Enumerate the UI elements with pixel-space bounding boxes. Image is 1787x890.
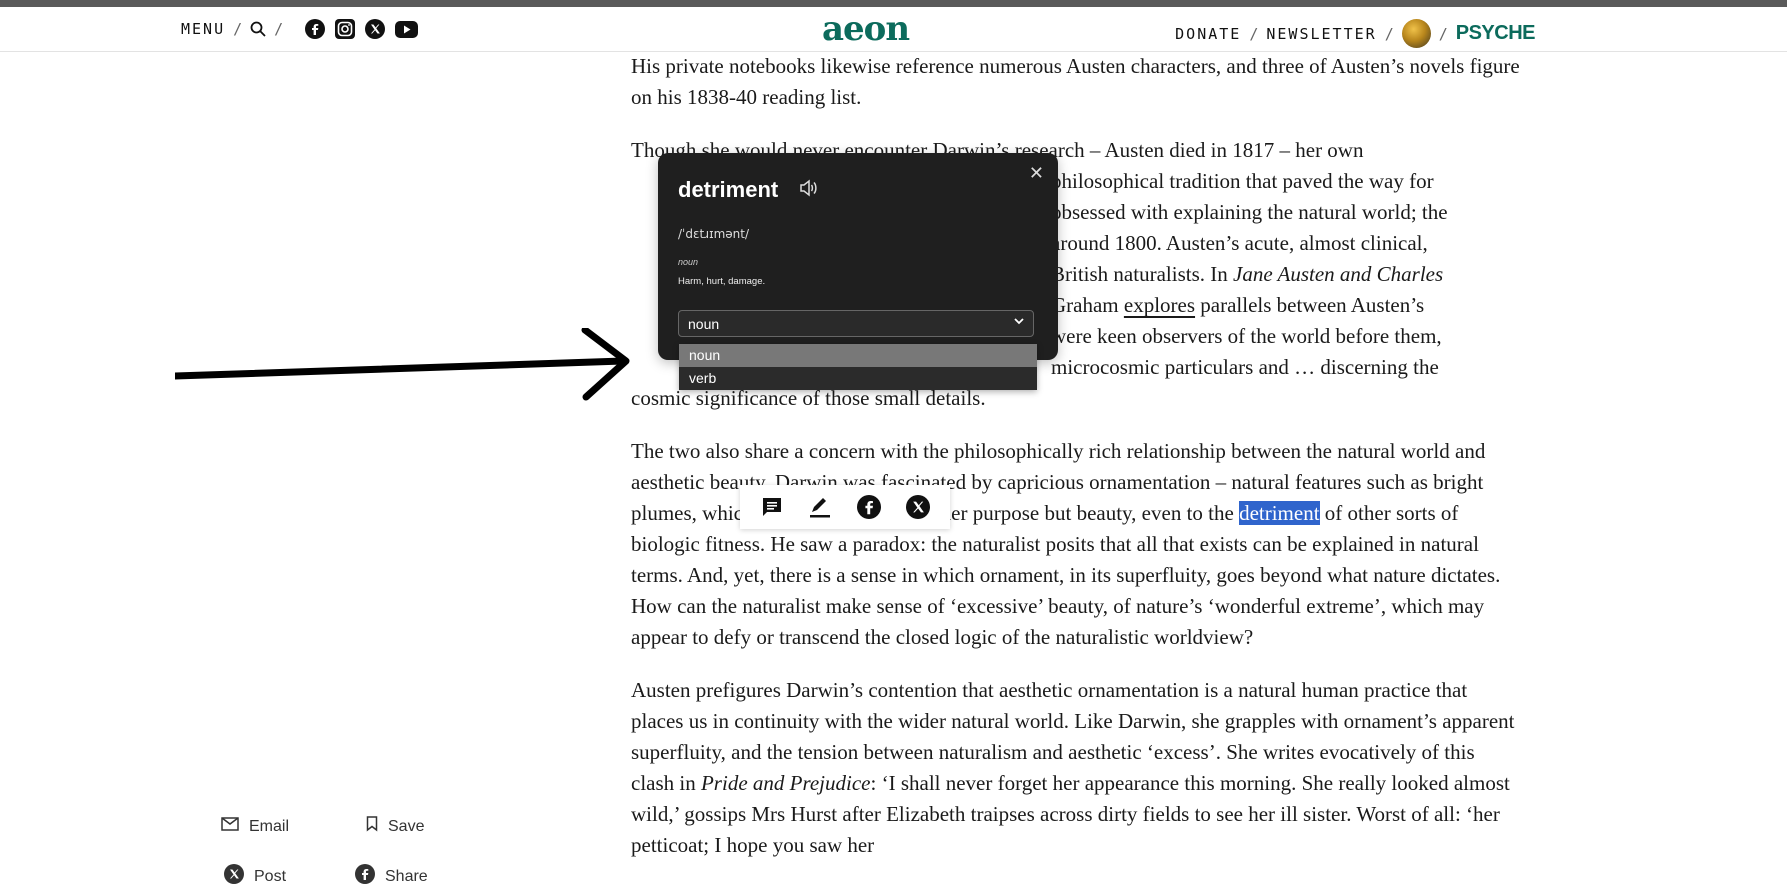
option-verb[interactable]: verb	[679, 367, 1037, 390]
paragraph-line: Graham	[1051, 293, 1119, 317]
save-label: Save	[388, 817, 425, 835]
paragraph-line: parallels between Austen’s	[1200, 293, 1425, 317]
highlight-pen-icon[interactable]	[808, 495, 832, 519]
search-icon[interactable]	[250, 21, 266, 37]
facebook-share-icon[interactable]	[856, 495, 881, 519]
part-of-speech: noun	[678, 257, 699, 267]
select-value: noun	[688, 315, 720, 332]
option-noun[interactable]: noun	[679, 344, 1037, 367]
header-left: MENU / /	[181, 19, 419, 39]
newsletter-link[interactable]: NEWSLETTER	[1266, 25, 1376, 43]
header-right: DONATE / NEWSLETTER / / PSYCHE	[1175, 19, 1536, 48]
part-of-speech-select[interactable]: noun	[678, 310, 1034, 337]
explores-link[interactable]: explores	[1124, 293, 1195, 317]
social-links	[305, 19, 419, 39]
account-avatar[interactable]	[1401, 19, 1431, 48]
separator: /	[233, 20, 243, 38]
bookmark-icon	[366, 816, 378, 837]
paragraph: His private notebooks likewise reference…	[631, 54, 1520, 109]
paragraph: Austen prefigures Darwin’s contention th…	[631, 675, 1521, 861]
email-label: Email	[249, 817, 290, 835]
selected-word[interactable]: detriment	[1239, 501, 1320, 525]
annotation-arrow	[175, 328, 630, 401]
dictionary-popup: detriment ✕ /ˈdɛtɹɪmənt/ noun Harm, hurt…	[658, 153, 1058, 360]
paragraph-line: were keen observers of the world before …	[1051, 324, 1442, 348]
comment-icon[interactable]	[761, 496, 783, 518]
separator: /	[1249, 24, 1259, 43]
share-button[interactable]: Share	[355, 864, 428, 889]
aeon-logo[interactable]: aeon	[822, 9, 910, 49]
definition: Harm, hurt, damage.	[678, 276, 766, 287]
pronunciation: /ˈdɛtɹɪmənt/	[678, 227, 750, 241]
paragraph-line: obsessed with explaining the natural wor…	[1051, 200, 1448, 224]
email-button[interactable]: Email	[221, 817, 289, 836]
email-icon	[221, 817, 239, 836]
paragraph-line: around 1800. Austen’s acute, almost clin…	[1051, 231, 1428, 255]
top-accent-bar	[0, 0, 1787, 7]
menu-button[interactable]: MENU	[181, 20, 225, 38]
speaker-icon[interactable]	[799, 179, 819, 197]
donate-link[interactable]: DONATE	[1175, 25, 1241, 43]
paragraph-line: philosophical tradition that paved the w…	[1051, 169, 1434, 193]
paragraph-line: microcosmic particulars and … discerning…	[1051, 355, 1439, 379]
separator: /	[274, 20, 284, 38]
paragraph: The two also share a concern with the ph…	[631, 436, 1521, 653]
close-icon[interactable]: ✕	[1029, 163, 1044, 184]
youtube-icon[interactable]	[395, 20, 419, 38]
book-title: Pride and Prejudice	[700, 771, 871, 795]
select-dropdown: noun verb	[679, 344, 1037, 390]
share-label: Share	[385, 867, 428, 885]
book-title: Jane Austen and Charles	[1233, 262, 1444, 286]
selection-toolbar	[740, 485, 950, 529]
separator: /	[1438, 24, 1448, 43]
post-label: Post	[254, 867, 287, 885]
x-share-icon[interactable]	[905, 495, 930, 519]
x-twitter-icon[interactable]	[365, 19, 386, 39]
paragraph-line: British naturalists. In	[1051, 262, 1228, 286]
site-header: MENU / / aeon DONATE / NEWSLETTER / / PS…	[0, 7, 1787, 52]
instagram-icon[interactable]	[335, 19, 356, 39]
post-button[interactable]: Post	[224, 864, 286, 889]
psyche-link[interactable]: PSYCHE	[1456, 22, 1536, 45]
facebook-icon[interactable]	[305, 19, 326, 39]
dictionary-word: detriment	[678, 177, 779, 202]
chevron-down-icon	[1013, 315, 1025, 330]
x-post-icon	[224, 864, 244, 889]
save-button[interactable]: Save	[366, 816, 424, 837]
facebook-share-icon	[355, 864, 375, 889]
separator: /	[1384, 24, 1394, 43]
